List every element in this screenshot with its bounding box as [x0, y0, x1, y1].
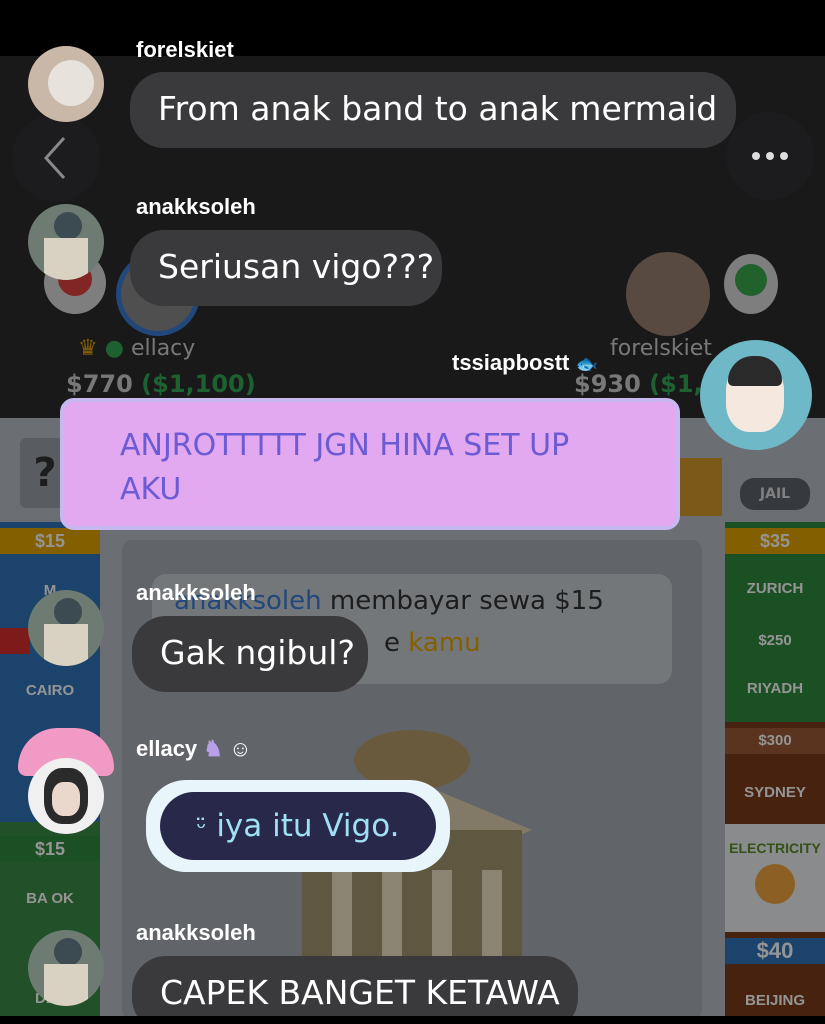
chat-username[interactable]: anakksoleh [136, 580, 256, 606]
back-button[interactable] [12, 114, 100, 202]
chat-message-sticker[interactable]: ᵕ̈ iya itu Vigo. [146, 780, 450, 872]
chat-message-text: ᵕ̈ iya itu Vigo. [160, 792, 436, 860]
chat-username[interactable]: forelskiet [136, 37, 234, 63]
smile-icon: ᵕ̈ [196, 814, 207, 842]
chat-username[interactable]: anakksoleh [136, 920, 256, 946]
chat-username[interactable]: anakksoleh [136, 194, 256, 220]
fish-icon: 🐟 [575, 354, 598, 374]
screen: ♛ ● ellacy $770 ($1,100) forelskiet $930… [0, 0, 825, 1024]
bottom-edge [0, 1016, 825, 1024]
more-button[interactable] [726, 112, 814, 200]
chat-message[interactable]: From anak band to anak mermaid [130, 72, 736, 148]
chevron-left-icon [43, 136, 66, 180]
more-dots-icon [752, 152, 788, 160]
avatar[interactable] [28, 590, 104, 666]
bunny-icon: ♞ [203, 736, 224, 761]
chat-message[interactable]: CAPEK BANGET KETAWA [132, 956, 578, 1024]
chat-message-sticker[interactable]: ANJROTTTTT JGN HINA SET UP AKU [60, 398, 680, 530]
chat-message[interactable]: Seriusan vigo??? [130, 230, 442, 306]
chat-username[interactable]: ellacy ♞ ☺ [136, 736, 252, 762]
avatar[interactable] [700, 340, 812, 450]
chat-message[interactable]: Gak ngibul? [132, 616, 368, 692]
avatar[interactable] [28, 930, 104, 1006]
chat-username[interactable]: tssiapbostt 🐟 [452, 350, 598, 376]
robot-icon: ☺ [229, 736, 252, 761]
chat-message-text: ANJROTTTTT JGN HINA SET UP AKU [120, 428, 570, 507]
avatar-with-hat[interactable] [12, 728, 120, 834]
avatar[interactable] [28, 46, 104, 122]
avatar[interactable] [28, 204, 104, 280]
